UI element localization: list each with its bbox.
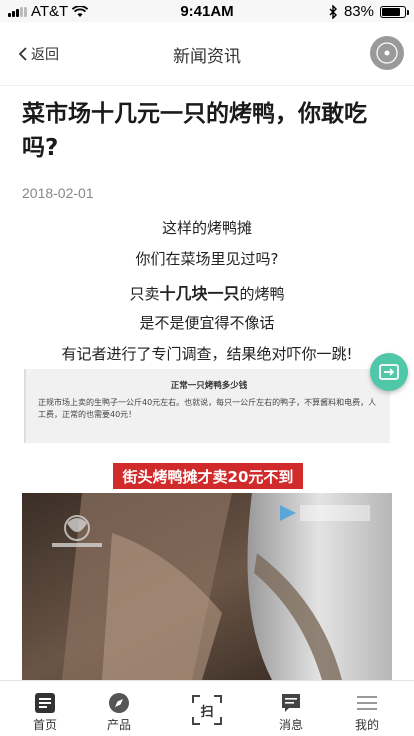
status-right: 83%: [329, 3, 409, 20]
section-banner: 街头烤鸭摊才卖20元不到: [113, 463, 303, 489]
page-title: 新闻资讯: [173, 47, 241, 67]
video-player[interactable]: [22, 493, 392, 680]
quote-title: 正常一只烤鸭多少钱: [170, 381, 248, 391]
tab-label: 产品: [106, 718, 131, 732]
tab-label: 我的: [354, 718, 379, 732]
article-paragraph: 你们在菜场里见过吗?: [135, 250, 279, 268]
article-paragraph: 这样的烤鸭摊: [161, 219, 252, 237]
tab-products[interactable]: 产品: [78, 681, 160, 736]
exit-icon: [379, 364, 399, 380]
tab-home[interactable]: 首页: [4, 681, 86, 736]
article-paragraph: 有记者进行了专门调查，结果绝对吓你一跳!: [61, 345, 353, 363]
tab-label: 消息: [278, 718, 303, 732]
menu-icon: [357, 696, 377, 710]
quote-box: 正常一只烤鸭多少钱 正规市场上卖的生鸭子一公斤40元左右。也就说，每只一公斤左右…: [24, 369, 390, 443]
tab-messages[interactable]: 消息: [250, 681, 332, 736]
nav-bar: 返回 新闻资讯: [0, 22, 414, 86]
bluetooth-icon: [329, 4, 337, 19]
compass-icon: [109, 693, 129, 713]
quote-text: 正规市场上卖的生鸭子一公斤40元左右。也就说，每只一公斤左右的鸭子，不算酱料和电…: [38, 398, 377, 419]
music-disc-button[interactable]: [370, 36, 404, 70]
article-paragraph: 只卖十几块一只的烤鸭: [0, 280, 414, 304]
battery-percent: 83%: [343, 3, 374, 20]
status-bar: AT&T 9:41AM 83%: [0, 0, 414, 22]
tab-label: 首页: [32, 718, 57, 732]
tab-mine[interactable]: 我的: [326, 681, 408, 736]
article-paragraph: 是不是便宜得不像话: [139, 314, 275, 332]
tab-scan[interactable]: 扫: [166, 681, 248, 736]
video-frame-image: [22, 493, 392, 680]
article-date: 2018-02-01: [22, 185, 94, 201]
paragraph-bold-text: 十几块一只: [159, 284, 240, 303]
article-headline: 菜市场十几元一只的烤鸭，你敢吃吗?: [22, 101, 367, 161]
tab-bar: 首页 产品 扫 消息 我的: [0, 680, 414, 736]
message-icon: [282, 694, 300, 712]
paragraph-text: 只卖: [129, 285, 160, 303]
disc-icon: [376, 42, 398, 64]
article: 菜市场十几元一只的烤鸭，你敢吃吗? 2018-02-01 这样的烤鸭摊 你们在菜…: [0, 87, 414, 680]
floating-action-button[interactable]: [370, 353, 408, 391]
news-icon: [35, 693, 55, 713]
battery-icon: [380, 5, 409, 18]
paragraph-text: 的烤鸭: [239, 285, 285, 303]
tab-label: 扫: [200, 705, 214, 720]
